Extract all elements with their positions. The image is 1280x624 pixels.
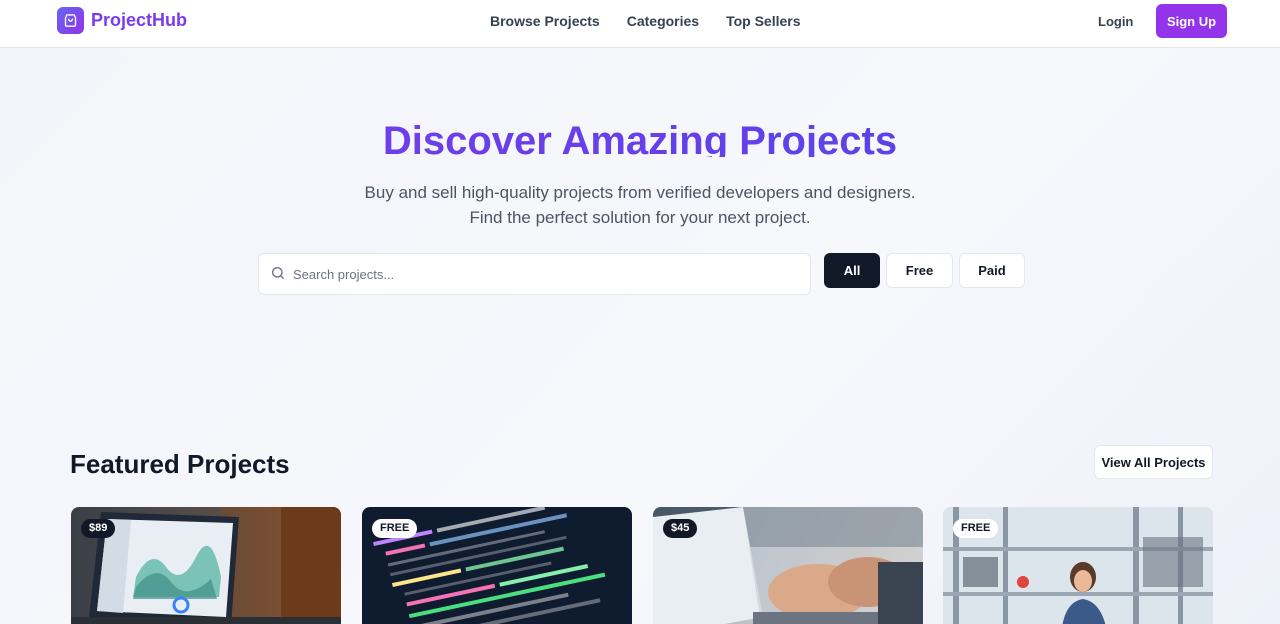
project-card[interactable]: FREE [362, 507, 632, 624]
price-badge: $89 [81, 519, 116, 538]
brand-name: ProjectHub [91, 10, 188, 30]
search-box[interactable] [258, 253, 811, 295]
free-badge: FREE [372, 519, 418, 538]
project-card[interactable]: $45 [653, 507, 923, 624]
free-badge: FREE [953, 519, 999, 538]
featured-projects-title: Featured Projects [70, 449, 290, 479]
shopping-bag-icon [57, 7, 84, 34]
signup-button[interactable]: Sign Up [1156, 4, 1227, 38]
project-card[interactable]: FREE [943, 507, 1213, 624]
login-link[interactable]: Login [1098, 14, 1133, 29]
price-badge: $45 [663, 519, 698, 538]
hero-subtitle: Buy and sell high-quality projects from … [0, 180, 1280, 230]
search-input[interactable] [293, 262, 793, 286]
filter-all-button[interactable]: All [824, 253, 880, 288]
nav-categories[interactable]: Categories [627, 13, 699, 29]
view-all-projects-button[interactable]: View All Projects [1094, 445, 1213, 479]
filter-paid-button[interactable]: Paid [959, 253, 1025, 288]
hero-section: Discover Amazing Projects Buy and sell h… [0, 49, 1280, 624]
search-icon [270, 265, 286, 286]
nav-browse-projects[interactable]: Browse Projects [490, 13, 600, 29]
brand-logo[interactable]: ProjectHub [57, 7, 187, 34]
nav-top-sellers[interactable]: Top Sellers [726, 13, 800, 29]
hero-subtitle-line2: Find the perfect solution for your next … [469, 208, 811, 227]
main-nav: Browse Projects Categories Top Sellers [490, 13, 828, 29]
top-navbar: ProjectHub Browse Projects Categories To… [0, 0, 1280, 48]
hero-subtitle-line1: Buy and sell high-quality projects from … [364, 183, 916, 202]
filter-free-button[interactable]: Free [886, 253, 953, 288]
hero-title: Discover Amazing Projects [0, 119, 1280, 157]
project-card[interactable]: $89 [71, 507, 341, 624]
